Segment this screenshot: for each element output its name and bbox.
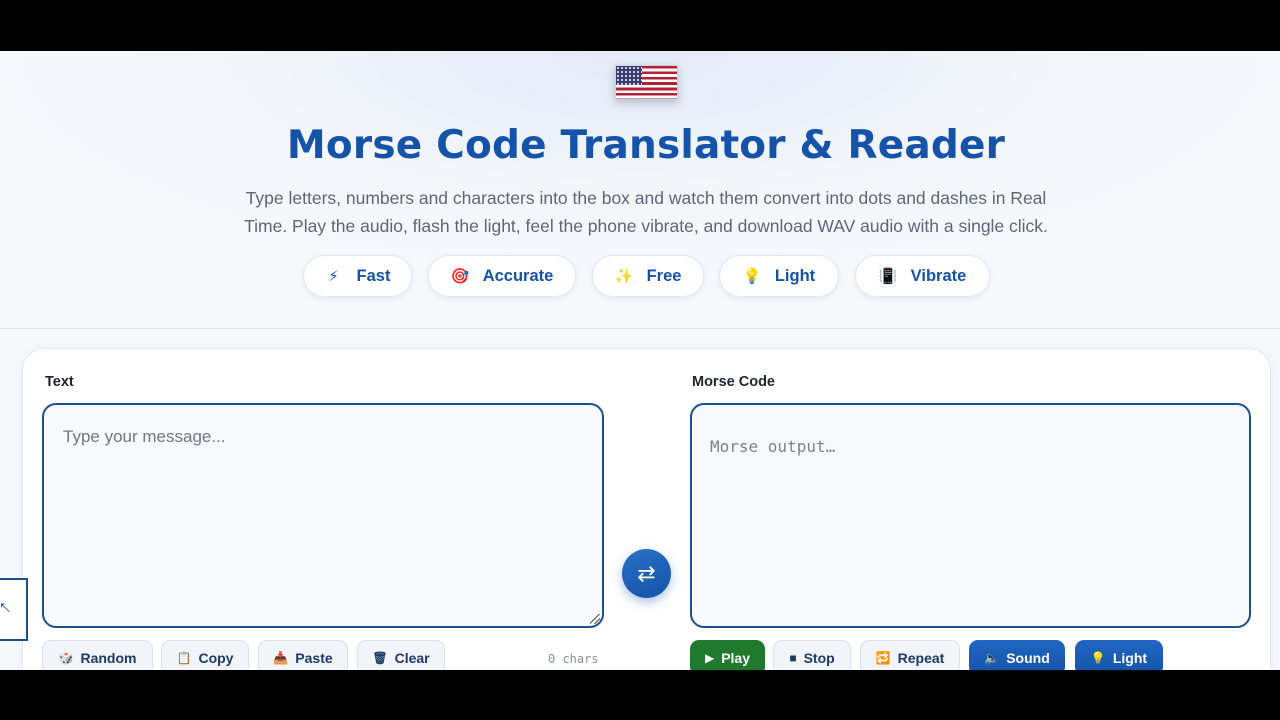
bulb-icon: 💡 <box>1090 651 1106 665</box>
button-label: Stop <box>803 650 835 666</box>
button-label: Repeat <box>897 650 945 666</box>
button-label: Light <box>1112 650 1148 666</box>
button-label: Copy <box>198 650 234 666</box>
morse-output: Morse output… <box>710 437 836 456</box>
repeat-button[interactable]: 🔁 Repeat <box>860 640 960 670</box>
button-label: Sound <box>1006 650 1050 666</box>
button-label: Clear <box>394 650 430 666</box>
sparkles-icon: ✨ <box>614 268 634 285</box>
page: Morse Code Translator & Reader Type lett… <box>0 51 1280 670</box>
chip-free: ✨ Free <box>592 255 704 297</box>
clear-button[interactable]: 🗑 Clear <box>357 640 445 670</box>
chip-fast: ⚡ Fast <box>303 255 412 297</box>
char-count: 0 chars <box>548 652 599 666</box>
vibrate-icon: 📳 <box>878 268 898 285</box>
text-input[interactable] <box>44 405 602 626</box>
us-flag-icon <box>615 65 678 100</box>
hero-section: Morse Code Translator & Reader Type lett… <box>0 51 1280 329</box>
page-subtitle: Type letters, numbers and characters int… <box>244 188 1048 236</box>
letterbox-bottom <box>0 670 1280 720</box>
swap-button[interactable]: ⇄ <box>622 549 671 598</box>
clipboard-icon: 📋 <box>176 651 192 665</box>
swap-icon: ⇄ <box>637 560 656 586</box>
dice-icon: 🎲 <box>58 651 74 665</box>
feature-chips: ⚡ Fast 🎯 Accurate ✨ Free 💡 Light 📳 Vibra… <box>0 255 1280 297</box>
arrow-up-icon: ↑ <box>0 595 16 619</box>
trash-icon: 🗑 <box>372 651 388 665</box>
back-to-top-button[interactable]: ↑ <box>0 578 28 641</box>
button-label: Random <box>80 650 137 666</box>
speaker-icon: 🔈 <box>984 651 1000 665</box>
chip-label: Accurate <box>482 266 554 285</box>
text-label: Text <box>45 374 74 390</box>
resize-handle-icon[interactable] <box>590 614 600 624</box>
page-title: Morse Code Translator & Reader <box>286 123 1006 168</box>
light-button[interactable]: 💡 Light <box>1075 640 1163 670</box>
copy-button[interactable]: 📋 Copy <box>161 640 249 670</box>
play-icon: ▶ <box>704 651 715 665</box>
morse-output-box: Morse output… <box>690 403 1251 628</box>
paste-icon: 📥 <box>273 651 289 665</box>
paste-button[interactable]: 📥 Paste <box>258 640 348 670</box>
sound-button[interactable]: 🔈 Sound <box>969 640 1065 670</box>
bulb-icon: 💡 <box>742 268 762 285</box>
text-input-box[interactable] <box>42 403 604 628</box>
lightning-icon: ⚡ <box>328 268 339 285</box>
play-button[interactable]: ▶ Play <box>690 640 765 670</box>
button-label: Paste <box>295 650 333 666</box>
letterbox-top <box>0 0 1280 51</box>
morse-label: Morse Code <box>692 374 775 390</box>
chip-label: Fast <box>356 266 391 285</box>
chip-label: Light <box>774 266 816 285</box>
chip-light: 💡 Light <box>719 255 839 297</box>
chip-vibrate: 📳 Vibrate <box>855 255 990 297</box>
chip-label: Free <box>646 266 682 285</box>
repeat-icon: 🔁 <box>875 651 891 665</box>
target-icon: 🎯 <box>450 268 470 285</box>
stop-icon: ■ <box>789 651 797 665</box>
button-label: Play <box>721 650 751 666</box>
chip-label: Vibrate <box>910 266 967 285</box>
chip-accurate: 🎯 Accurate <box>428 255 576 297</box>
stop-button[interactable]: ■ Stop <box>773 640 851 670</box>
random-button[interactable]: 🎲 Random <box>42 640 153 670</box>
